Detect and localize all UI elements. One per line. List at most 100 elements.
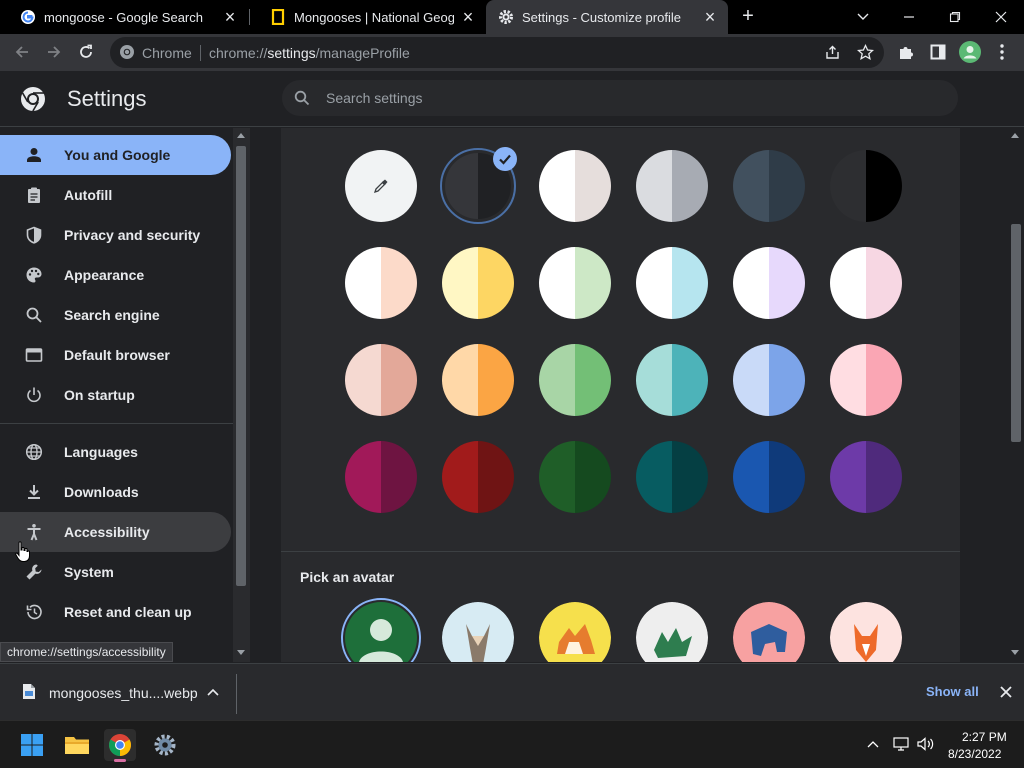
reload-button[interactable] [74, 40, 98, 64]
avatar-section-heading: Pick an avatar [300, 569, 395, 585]
close-tab-icon[interactable]: × [222, 8, 238, 26]
puzzle-icon [899, 46, 913, 59]
main-scrollbar-thumb[interactable] [1011, 224, 1021, 442]
minimize-button[interactable] [886, 0, 932, 34]
sidebar-item-you-and-google[interactable]: You and Google [0, 135, 231, 175]
sidebar-item-privacy[interactable]: Privacy and security [0, 215, 231, 255]
sidebar-item-label: On startup [64, 387, 135, 403]
avatar-option[interactable] [636, 602, 708, 662]
theme-color-swatch[interactable] [442, 441, 514, 513]
eyedropper-icon [373, 179, 388, 194]
omnibox-divider [200, 45, 201, 61]
swatch-left-half [733, 441, 769, 513]
tab-national-geographic[interactable]: Mongooses | National Geograph × [250, 0, 486, 34]
avatar-option[interactable] [733, 602, 805, 662]
theme-color-swatch[interactable] [442, 247, 514, 319]
scroll-down-icon[interactable] [237, 650, 245, 656]
download-item[interactable]: mongooses_thu....webp [0, 664, 236, 721]
theme-color-swatch[interactable] [539, 150, 611, 222]
tab-title: Mongooses | National Geograph [294, 9, 454, 25]
side-panel-button[interactable] [926, 40, 950, 64]
clipboard-icon [24, 185, 44, 205]
sidebar-item-appearance[interactable]: Appearance [0, 255, 231, 295]
theme-color-swatch[interactable] [733, 344, 805, 416]
network-icon[interactable] [893, 737, 909, 751]
address-bar[interactable]: Chrome chrome://settings/manageProfile [110, 37, 884, 68]
scroll-up-icon[interactable] [237, 132, 245, 138]
chevron-up-icon[interactable] [867, 740, 879, 748]
avatar-option[interactable] [539, 602, 611, 662]
show-all-downloads-link[interactable]: Show all [926, 684, 979, 699]
close-icon[interactable] [1000, 686, 1012, 698]
back-button[interactable] [10, 40, 34, 64]
forward-button[interactable] [42, 40, 66, 64]
theme-color-swatch[interactable] [733, 247, 805, 319]
tab-google-search[interactable]: mongoose - Google Search × [0, 0, 248, 34]
sidebar-scrollbar-thumb[interactable] [236, 146, 246, 586]
theme-color-swatch[interactable] [636, 344, 708, 416]
sidebar-item-accessibility[interactable]: Accessibility [0, 512, 231, 552]
swatch-left-half [733, 150, 769, 222]
settings-taskbar-button[interactable] [149, 729, 181, 761]
sidebar-item-system[interactable]: System [0, 552, 231, 592]
sidebar-item-default-browser[interactable]: Default browser [0, 335, 231, 375]
start-button[interactable] [16, 729, 48, 761]
theme-color-swatch[interactable] [539, 441, 611, 513]
theme-color-swatch[interactable] [830, 441, 902, 513]
theme-color-swatch[interactable] [830, 247, 902, 319]
swatch-right-half [866, 441, 902, 513]
sidebar-item-reset[interactable]: Reset and clean up [0, 592, 231, 632]
avatar-option[interactable] [442, 602, 514, 662]
theme-color-swatch[interactable] [539, 344, 611, 416]
swatch-left-half [442, 247, 478, 319]
scroll-up-icon[interactable] [1011, 132, 1019, 138]
share-icon[interactable] [824, 44, 841, 61]
theme-color-swatch[interactable] [830, 150, 902, 222]
volume-icon[interactable] [917, 737, 935, 751]
tab-search-button[interactable] [840, 0, 886, 34]
theme-color-swatch[interactable] [830, 344, 902, 416]
avatar-option[interactable] [830, 602, 902, 662]
restore-button[interactable] [932, 0, 978, 34]
close-window-button[interactable] [978, 0, 1024, 34]
close-tab-icon[interactable]: × [460, 8, 476, 26]
power-icon [24, 385, 44, 405]
theme-color-swatch[interactable] [636, 441, 708, 513]
search-settings-input[interactable]: Search settings [282, 80, 958, 116]
new-tab-button[interactable]: + [738, 6, 758, 26]
sidebar-item-downloads[interactable]: Downloads [0, 472, 231, 512]
close-tab-icon[interactable]: × [702, 8, 718, 26]
theme-color-swatch[interactable] [733, 441, 805, 513]
swatch-right-half [672, 441, 708, 513]
profile-button[interactable] [958, 40, 982, 64]
sidebar-item-autofill[interactable]: Autofill [0, 175, 231, 215]
theme-color-swatch[interactable] [442, 344, 514, 416]
theme-color-swatch[interactable] [345, 247, 417, 319]
theme-color-swatch[interactable] [636, 247, 708, 319]
theme-color-swatch[interactable] [345, 441, 417, 513]
bookmark-star-icon[interactable] [857, 44, 874, 61]
chevron-up-icon[interactable] [207, 688, 219, 696]
sidebar-item-on-startup[interactable]: On startup [0, 375, 231, 415]
sidebar-item-languages[interactable]: Languages [0, 432, 231, 472]
theme-color-swatch[interactable] [636, 150, 708, 222]
theme-color-swatch[interactable] [345, 344, 417, 416]
folder-icon [65, 737, 89, 754]
theme-color-swatch[interactable] [539, 247, 611, 319]
globe-icon [24, 442, 44, 462]
menu-button[interactable] [990, 40, 1014, 64]
scroll-down-icon[interactable] [1011, 650, 1019, 656]
tab-settings[interactable]: Settings - Customize profile × [486, 0, 728, 34]
file-explorer-button[interactable] [61, 729, 93, 761]
avatar-option[interactable] [341, 598, 421, 662]
history-icon [24, 602, 44, 622]
clock-date[interactable]: 8/23/2022 [948, 747, 1001, 761]
clock-time[interactable]: 2:27 PM [962, 730, 1007, 744]
gear-icon [154, 734, 176, 756]
chrome-logo-icon [21, 87, 45, 112]
extensions-button[interactable] [894, 40, 918, 64]
origami-corgi-icon [539, 602, 611, 662]
sidebar-item-search-engine[interactable]: Search engine [0, 295, 231, 335]
chrome-taskbar-button[interactable] [104, 729, 136, 762]
theme-color-swatch[interactable] [733, 150, 805, 222]
